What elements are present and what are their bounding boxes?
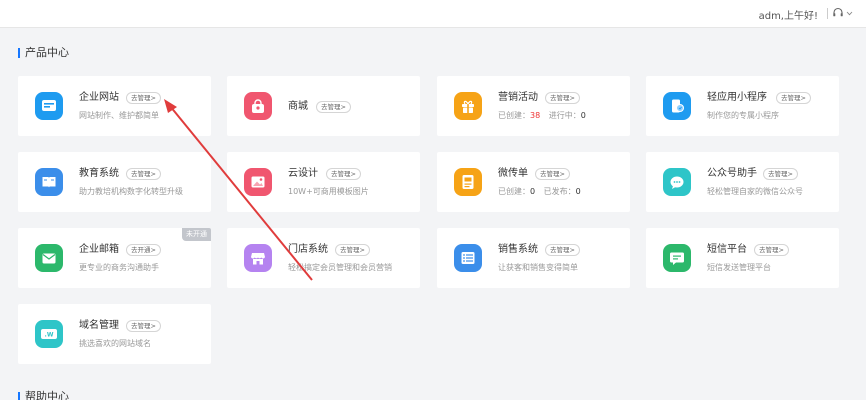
mini-program-icon bbox=[663, 92, 691, 120]
manage-button[interactable]: 去管理> bbox=[763, 168, 798, 180]
image-icon bbox=[244, 168, 272, 196]
card-description: 网站制作、维护都简单 bbox=[79, 111, 159, 120]
card-title: 企业网站 bbox=[79, 92, 119, 103]
manage-button[interactable]: 去管理> bbox=[535, 168, 570, 180]
card-title: 微传单 bbox=[498, 168, 528, 179]
card-title: 销售系统 bbox=[498, 244, 538, 255]
card-store-system[interactable]: 门店系统 去管理> 轻松搞定会员管理和会员营销 bbox=[227, 228, 420, 288]
card-sales-system[interactable]: 销售系统 去管理> 让获客和销售变得简单 bbox=[437, 228, 630, 288]
card-description: 轻松搞定会员管理和会员营销 bbox=[288, 263, 392, 272]
card-title: 域名管理 bbox=[79, 320, 119, 331]
created-label: 已创建： bbox=[498, 111, 530, 120]
ongoing-label: 进行中： bbox=[548, 111, 581, 120]
manage-button[interactable]: 去管理> bbox=[776, 92, 811, 104]
card-education[interactable]: 教育系统 去管理> 助力教培机构数字化转型升级 bbox=[18, 152, 211, 212]
customer-service-button[interactable] bbox=[832, 5, 856, 21]
list-icon bbox=[454, 244, 482, 272]
card-title: 企业邮箱 bbox=[79, 244, 119, 255]
wechat-icon bbox=[663, 168, 691, 196]
card-title: 短信平台 bbox=[707, 244, 747, 255]
card-description: 10W+可商用模板图片 bbox=[288, 187, 369, 196]
mail-icon bbox=[35, 244, 63, 272]
card-flyer[interactable]: 微传单 去管理> 已创建：0 已发布：0 bbox=[437, 152, 630, 212]
manage-button[interactable]: 去管理> bbox=[126, 92, 161, 104]
card-title: 轻应用小程序 bbox=[707, 92, 767, 103]
card-description: 更专业的商务沟通助手 bbox=[79, 263, 159, 272]
manage-button[interactable]: 去管理> bbox=[335, 244, 370, 256]
user-greeting[interactable]: adm,上午好! bbox=[759, 7, 818, 22]
chevron-down-icon bbox=[846, 11, 853, 15]
sms-icon bbox=[663, 244, 691, 272]
created-label: 已创建： bbox=[498, 187, 530, 196]
card-mini-program[interactable]: 轻应用小程序 去管理> 制作您的专属小程序 bbox=[646, 76, 839, 136]
section-title-help-center: 帮助中心 bbox=[18, 391, 69, 400]
book-icon bbox=[35, 168, 63, 196]
card-enterprise-mail[interactable]: 未开通 企业邮箱 去开通> 更专业的商务沟通助手 bbox=[18, 228, 211, 288]
card-title: 云设计 bbox=[288, 168, 318, 179]
shopping-bag-icon bbox=[244, 92, 272, 120]
manage-button[interactable]: 去管理> bbox=[326, 168, 361, 180]
top-bar: adm,上午好! bbox=[0, 0, 866, 28]
card-sms-platform[interactable]: 短信平台 去管理> 短信发送管理平台 bbox=[646, 228, 839, 288]
flyer-icon bbox=[454, 168, 482, 196]
section-title-product-center: 产品中心 bbox=[18, 47, 69, 59]
manage-button[interactable]: 去管理> bbox=[545, 92, 580, 104]
card-cloud-design[interactable]: 云设计 去管理> 10W+可商用模板图片 bbox=[227, 152, 420, 212]
card-stats: 已创建：0 已发布：0 bbox=[498, 187, 581, 197]
gift-icon bbox=[454, 92, 482, 120]
manage-button[interactable]: 去管理> bbox=[316, 101, 351, 113]
card-title: 公众号助手 bbox=[707, 168, 757, 179]
card-description: 短信发送管理平台 bbox=[707, 263, 771, 272]
card-title: 商城 bbox=[288, 101, 308, 112]
card-description: 让获客和销售变得简单 bbox=[498, 263, 578, 272]
published-count: 0 bbox=[575, 187, 581, 196]
card-description: 制作您的专属小程序 bbox=[707, 111, 779, 120]
card-description: 助力教培机构数字化转型升级 bbox=[79, 187, 183, 196]
card-website[interactable]: 企业网站 去管理> 网站制作、维护都简单 bbox=[18, 76, 211, 136]
card-marketing[interactable]: 营销活动 去管理> 已创建：38 进行中：0 bbox=[437, 76, 630, 136]
manage-button[interactable]: 去管理> bbox=[754, 244, 789, 256]
divider bbox=[827, 8, 828, 19]
manage-button[interactable]: 去管理> bbox=[126, 168, 161, 180]
website-icon bbox=[35, 92, 63, 120]
card-description: 挑选喜欢的网站域名 bbox=[79, 339, 151, 348]
not-activated-badge: 未开通 bbox=[182, 228, 211, 241]
manage-button[interactable]: 去管理> bbox=[545, 244, 580, 256]
card-stats: 已创建：38 进行中：0 bbox=[498, 111, 586, 121]
created-count: 38 bbox=[530, 111, 541, 120]
manage-button[interactable]: 去管理> bbox=[126, 320, 161, 332]
card-title: 营销活动 bbox=[498, 92, 538, 103]
ongoing-count: 0 bbox=[580, 111, 586, 120]
activate-button[interactable]: 去开通> bbox=[126, 244, 161, 256]
card-description: 轻松管理自家的微信公众号 bbox=[707, 187, 803, 196]
headset-icon bbox=[833, 7, 843, 17]
card-domain-management[interactable]: .W 域名管理 去管理> 挑选喜欢的网站域名 bbox=[18, 304, 211, 364]
card-wechat-assistant[interactable]: 公众号助手 去管理> 轻松管理自家的微信公众号 bbox=[646, 152, 839, 212]
card-title: 门店系统 bbox=[288, 244, 328, 255]
published-label: 已发布： bbox=[543, 187, 576, 196]
store-icon bbox=[244, 244, 272, 272]
domain-icon: .W bbox=[35, 320, 63, 348]
created-count: 0 bbox=[530, 187, 536, 196]
card-title: 教育系统 bbox=[79, 168, 119, 179]
card-mall[interactable]: 商城 去管理> bbox=[227, 76, 420, 136]
svg-text:.W: .W bbox=[45, 332, 54, 339]
